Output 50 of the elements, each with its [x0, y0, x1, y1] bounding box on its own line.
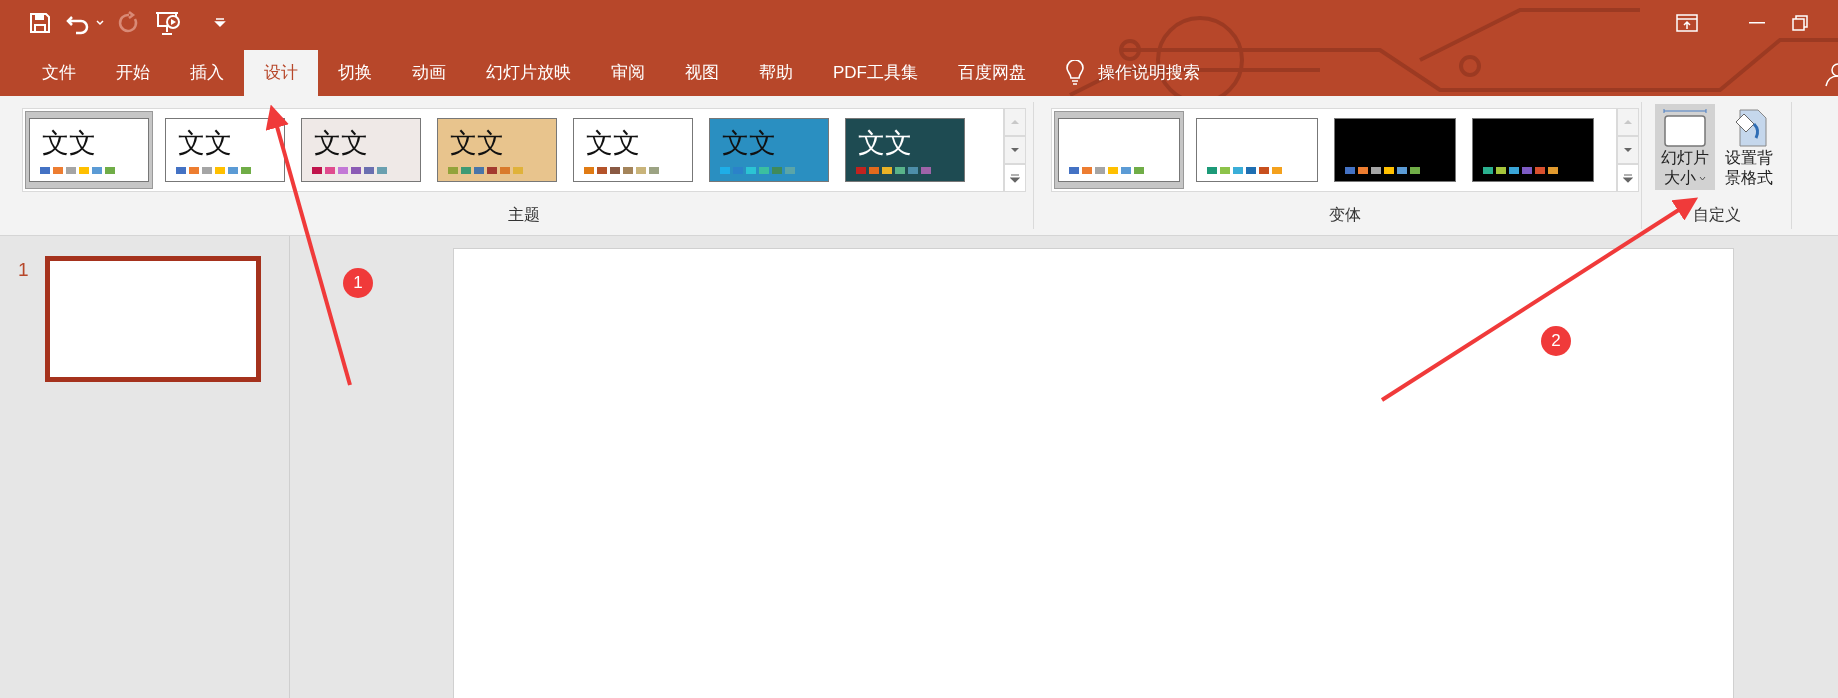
- ribbon-tab[interactable]: 设计: [244, 50, 318, 96]
- ribbon-display-icon[interactable]: [1676, 14, 1698, 32]
- more-icon[interactable]: [1622, 173, 1633, 183]
- format-background-button[interactable]: 设置背 景格式: [1718, 104, 1779, 190]
- theme-thumbnail[interactable]: 文文: [568, 111, 697, 189]
- slide-number: 1: [18, 258, 29, 282]
- ribbon-tab[interactable]: PDF工具集: [813, 50, 938, 96]
- theme-thumbnail[interactable]: 文文: [24, 111, 153, 189]
- ribbon-tab[interactable]: 审阅: [591, 50, 665, 96]
- theme-sample-text: 文文: [41, 126, 96, 160]
- ribbon-tab[interactable]: 开始: [96, 50, 170, 96]
- theme-thumbnail[interactable]: 文文: [296, 111, 425, 189]
- save-icon[interactable]: [28, 11, 52, 35]
- theme-thumbnail[interactable]: 文文: [840, 111, 969, 189]
- scroll-down-icon[interactable]: [1622, 147, 1633, 153]
- ribbon-tab[interactable]: 插入: [170, 50, 244, 96]
- variant-thumbnail[interactable]: [1053, 111, 1184, 189]
- theme-sample-text: 文文: [721, 126, 776, 160]
- slideshow-icon[interactable]: [154, 10, 182, 36]
- ribbon-tab[interactable]: 动画: [392, 50, 466, 96]
- customize-toolbar-icon[interactable]: [214, 18, 226, 28]
- group-label: 变体: [1328, 205, 1361, 225]
- theme-sample-text: 文文: [449, 126, 504, 160]
- ribbon-tab[interactable]: 文件: [22, 50, 96, 96]
- theme-sample-text: 文文: [857, 126, 912, 160]
- ribbon-tab[interactable]: 切换: [318, 50, 392, 96]
- theme-sample-text: 文文: [585, 126, 640, 160]
- theme-sample-text: 文文: [177, 126, 232, 160]
- caret-icon: [1698, 175, 1706, 181]
- ribbon-tab[interactable]: 视图: [665, 50, 739, 96]
- group-label: 自定义: [1692, 205, 1741, 225]
- scroll-down-icon[interactable]: [1009, 147, 1020, 153]
- caret-icon[interactable]: [96, 20, 104, 26]
- more-icon[interactable]: [1009, 173, 1020, 183]
- slide-size-icon: [1661, 108, 1708, 148]
- ribbon-tab[interactable]: 幻灯片放映: [466, 50, 591, 96]
- lightbulb-icon: [1066, 60, 1084, 86]
- slide-thumbnail[interactable]: [44, 256, 261, 382]
- theme-sample-text: 文文: [313, 126, 368, 160]
- ribbon-tab[interactable]: 百度网盘: [938, 50, 1046, 96]
- restore-icon[interactable]: [1792, 15, 1808, 31]
- theme-thumbnail[interactable]: 文文: [704, 111, 833, 189]
- theme-thumbnail[interactable]: 文文: [432, 111, 561, 189]
- user-icon[interactable]: [1824, 62, 1838, 88]
- annotation-badge: 1: [343, 268, 373, 298]
- slide-size-button[interactable]: 幻灯片 大小: [1654, 104, 1715, 190]
- theme-thumbnail[interactable]: 文文: [160, 111, 289, 189]
- group-label: 主题: [507, 205, 540, 225]
- tell-me-search[interactable]: 操作说明搜索: [1098, 60, 1200, 86]
- ribbon-tab[interactable]: 帮助: [739, 50, 813, 96]
